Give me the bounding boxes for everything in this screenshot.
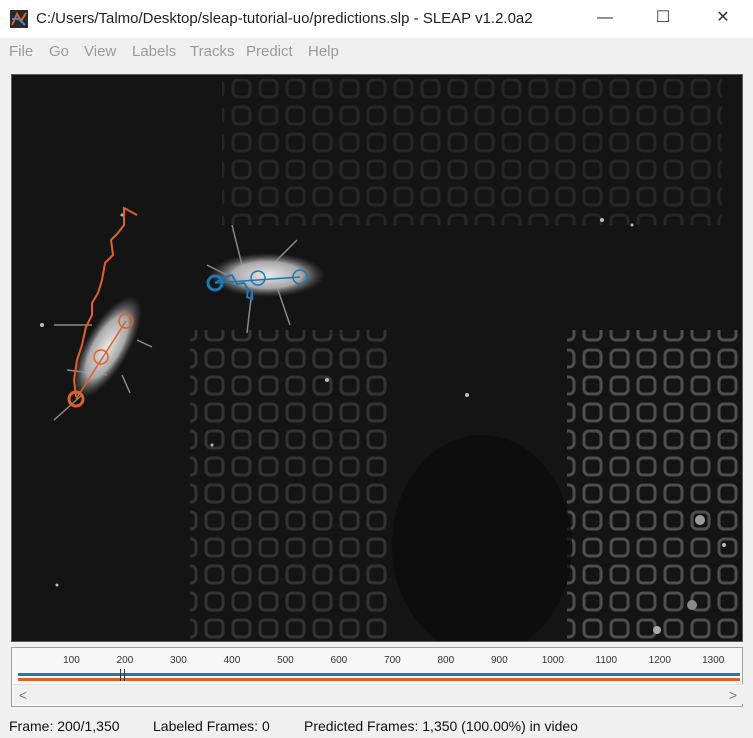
menu-go[interactable]: Go [49,43,69,60]
timeline-tick-label: 300 [170,655,187,666]
current-frame-marker[interactable] [120,669,121,681]
timeline-panel: 100 200 300 400 500 600 700 800 900 1000 1100 1200 1… [11,647,743,707]
menu-predict[interactable]: Predict [246,43,293,60]
menu-file[interactable]: File [9,43,33,60]
window-title: C:/Users/Talmo/Desktop/sleap-tutorial-uo… [36,10,533,27]
timeline-tick-label: 500 [277,655,294,666]
minimize-button[interactable]: — [576,0,634,38]
menu-view[interactable]: View [84,43,116,60]
menu-labels[interactable]: Labels [132,43,176,60]
timeline-tick-label: 800 [437,655,455,666]
timeline-tick-label: 400 [223,655,241,666]
timeline-tick-label: 200 [116,655,134,666]
status-frame: Frame: 200/1,350 [9,718,120,734]
status-labeled-frames: Labeled Frames: 0 [153,718,270,734]
timeline-scrollbar[interactable]: < > [13,684,743,704]
status-predicted-frames: Predicted Frames: 1,350 (100.00%) in vid… [304,718,578,734]
scroll-left-arrow-icon[interactable]: < [15,686,31,704]
video-viewer[interactable] [11,74,743,642]
timeline-tick-label: 1100 [595,655,618,666]
track-bar-blue [18,673,740,676]
status-bar: Frame: 200/1,350 Labeled Frames: 0 Predi… [0,714,753,738]
timeline-tick-label: 1200 [648,655,671,666]
scroll-right-arrow-icon[interactable]: > [725,686,741,704]
timeline-tick-label: 100 [63,655,80,666]
track-bar-orange [18,678,740,681]
sleap-app-icon [10,10,28,28]
maximize-button[interactable]: ☐ [634,0,692,38]
timeline-tick-label: 900 [490,655,508,666]
timeline-tick-label: 600 [330,655,348,666]
current-frame-marker-2[interactable] [124,669,125,681]
menu-help[interactable]: Help [308,43,339,60]
timeline-tick-label: 700 [384,655,401,666]
video-frame [12,75,742,641]
close-button[interactable]: ✕ [694,0,752,38]
timeline-tick-label: 1300 [702,655,725,666]
title-bar: C:/Users/Talmo/Desktop/sleap-tutorial-uo… [0,0,753,38]
seekbar[interactable]: 100 200 300 400 500 600 700 800 900 1000 1100 1200 1… [13,649,743,682]
timeline-tick-label: 1000 [541,655,564,666]
menu-tracks[interactable]: Tracks [190,43,234,60]
menu-bar: File Go View Labels Tracks Predict Help [0,38,753,66]
